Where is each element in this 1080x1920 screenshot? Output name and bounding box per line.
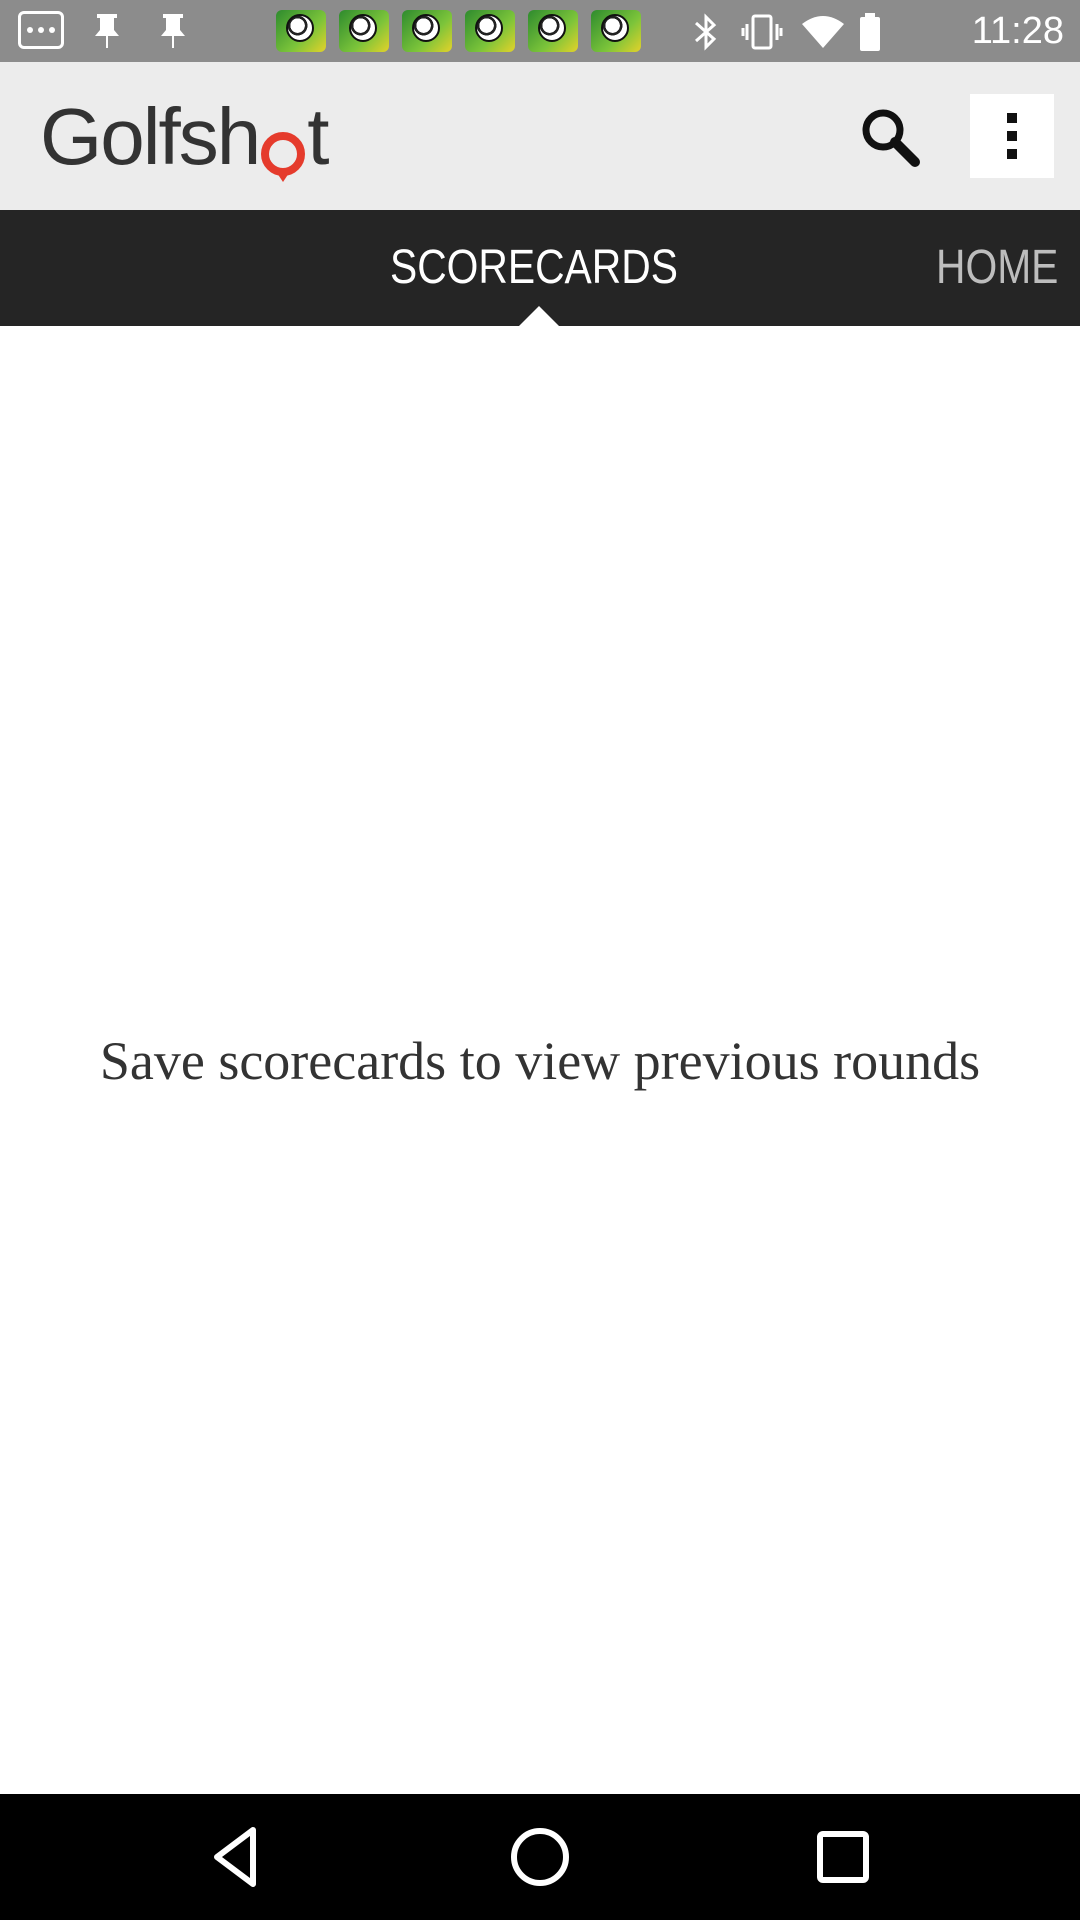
logo-text-prefix: Golfsh [40, 92, 261, 181]
soccer-app-icon [528, 10, 578, 52]
search-icon [862, 109, 920, 167]
tab-scorecards[interactable]: SCORECARDS [390, 240, 678, 295]
app-bar: Golfsh t [0, 62, 1080, 210]
soccer-app-icon [402, 10, 452, 52]
app-logo: Golfsh t [40, 92, 329, 182]
soccer-app-icon [591, 10, 641, 52]
battery-icon [860, 13, 880, 51]
more-vert-icon [1007, 113, 1017, 123]
soccer-app-icon [465, 10, 515, 52]
logo-text-suffix: t [307, 92, 329, 181]
search-button[interactable] [855, 102, 925, 172]
home-icon[interactable] [505, 1822, 575, 1892]
overflow-menu-button[interactable] [970, 94, 1054, 178]
soccer-app-icon [276, 10, 326, 52]
back-icon[interactable] [203, 1822, 273, 1892]
empty-state-message: Save scorecards to view previous rounds [99, 1031, 981, 1091]
pin-icon [161, 14, 185, 48]
active-tab-indicator [519, 306, 559, 326]
location-pin-icon [261, 111, 306, 182]
tab-home[interactable]: HOME [936, 240, 1058, 295]
vibrate-icon [741, 14, 783, 50]
bluetooth-icon [695, 13, 717, 51]
wifi-icon [802, 16, 844, 48]
status-time: 11:28 [971, 10, 1064, 52]
navigation-bar [0, 1794, 1080, 1920]
soccer-app-icon [339, 10, 389, 52]
status-bar: 11:28 [0, 0, 1080, 62]
more-notifications-icon [18, 11, 64, 49]
recents-icon[interactable] [808, 1822, 878, 1892]
pin-icon [95, 14, 119, 48]
